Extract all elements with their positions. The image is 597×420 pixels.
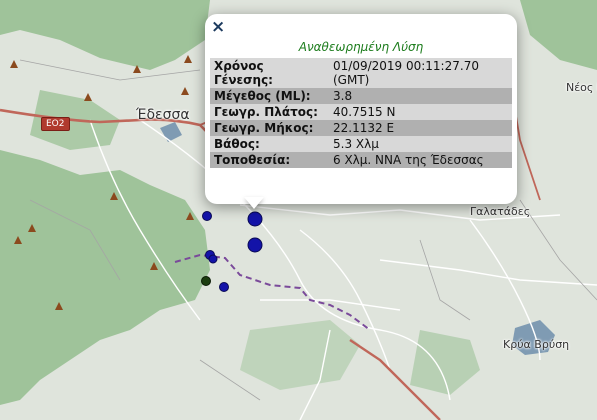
info-row-location: Τοποθεσία: 6 Χλμ. ΝΝΑ της Έδεσσας	[210, 152, 512, 168]
earthquake-marker[interactable]	[202, 211, 212, 221]
info-row-magnitude: Μέγεθος (ML): 3.8	[210, 88, 512, 104]
info-key: Μέγεθος (ML):	[214, 89, 311, 103]
close-icon[interactable]: ×	[211, 17, 225, 37]
earthquake-marker[interactable]	[247, 237, 263, 253]
place-label-edessa: Έδεσσα	[136, 107, 190, 123]
info-value: 22.1132 E	[333, 121, 395, 135]
earthquake-info-table: Χρόνος Γένεσης: 01/09/2019 00:11:27.70 (…	[210, 58, 512, 168]
place-label-neos: Νέος Μ	[566, 81, 597, 94]
info-value: 40.7515 N	[333, 105, 396, 119]
info-key: Χρόνος Γένεσης:	[214, 59, 273, 87]
popup-tip	[244, 197, 264, 209]
earthquake-info-popup: × Αναθεωρημένη Λύση Χρόνος Γένεσης: 01/0…	[205, 14, 517, 204]
road-shield-eo2: ΕΟ2	[41, 117, 70, 131]
popup-title: Αναθεωρημένη Λύση	[298, 40, 424, 54]
earthquake-marker-selected[interactable]	[247, 211, 263, 227]
info-value: 3.8	[333, 89, 353, 103]
earthquake-marker-latest[interactable]	[201, 276, 211, 286]
info-key: Βάθος:	[214, 137, 260, 151]
info-key: Γεωγρ. Μήκος:	[214, 121, 314, 135]
earthquake-marker[interactable]	[208, 254, 218, 264]
info-row-origin-time: Χρόνος Γένεσης: 01/09/2019 00:11:27.70 (…	[210, 58, 512, 88]
earthquake-marker[interactable]	[219, 282, 229, 292]
info-row-latitude: Γεωγρ. Πλάτος: 40.7515 N	[210, 104, 512, 120]
info-row-depth: Βάθος: 5.3 Χλμ	[210, 136, 512, 152]
info-key: Τοποθεσία:	[214, 153, 291, 167]
info-value: 6 Χλμ. ΝΝΑ της Έδεσσας	[333, 153, 484, 167]
info-value: 01/09/2019 00:11:27.70 (GMT)	[333, 59, 479, 87]
info-row-longitude: Γεωγρ. Μήκος: 22.1132 E	[210, 120, 512, 136]
place-label-krya-vrysi: Κρύα Βρύση	[503, 338, 570, 351]
info-value: 5.3 Χλμ	[333, 137, 379, 151]
place-label-galatades: Γαλατάδες	[470, 205, 531, 218]
info-key: Γεωγρ. Πλάτος:	[214, 105, 318, 119]
